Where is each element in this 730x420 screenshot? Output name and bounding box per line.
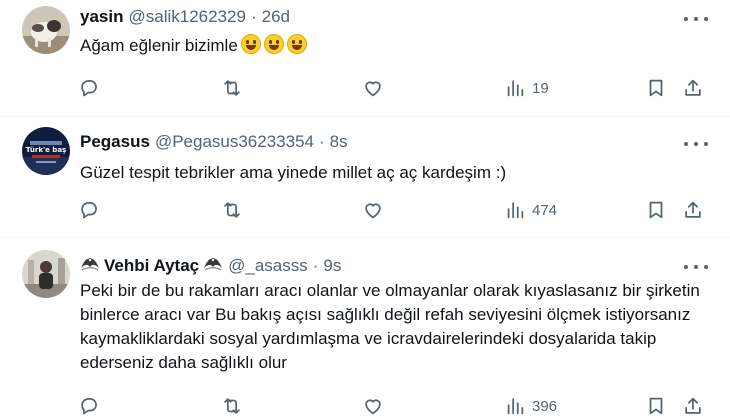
author-name[interactable]: Pegasus (80, 132, 150, 152)
tweet-text: Güzel tespit tebrikler ama yinede millet… (80, 163, 507, 182)
tweet-yasin[interactable]: yasin @salik1262329 · 26d Ağam eğlenir b… (0, 0, 730, 116)
timestamp[interactable]: 8s (330, 132, 348, 152)
separator-dot: · (319, 132, 325, 151)
tweet-header: Pegasus @Pegasus36233354 · 8s (80, 132, 348, 152)
avatar[interactable]: Türk'e baş (22, 127, 70, 175)
bookmark-button[interactable] (645, 76, 667, 100)
views-icon (504, 77, 526, 99)
views-icon (504, 395, 526, 417)
views-count: 19 (532, 79, 549, 97)
reply-icon (78, 199, 100, 221)
eagle-badge-icon (80, 255, 100, 271)
more-icon[interactable] (684, 134, 708, 154)
views-count: 396 (532, 397, 558, 415)
views-button[interactable]: 19 (504, 76, 549, 100)
reply-button[interactable] (78, 394, 100, 418)
like-icon (362, 199, 384, 221)
avatar[interactable] (22, 6, 70, 54)
retweet-icon (221, 77, 243, 99)
more-icon[interactable] (684, 257, 708, 277)
tweet-text: Ağam eğlenir bizimle (80, 34, 700, 58)
like-button[interactable] (362, 394, 384, 418)
share-button[interactable] (682, 394, 704, 418)
share-button[interactable] (682, 198, 704, 222)
share-icon (682, 77, 704, 99)
retweet-button[interactable] (221, 76, 243, 100)
share-icon (682, 199, 704, 221)
bookmark-icon (645, 395, 667, 417)
author-handle[interactable]: @salik1262329 (128, 7, 245, 27)
views-button[interactable]: 396 (504, 394, 557, 418)
tweet-pegasus[interactable]: Türk'e baş Pegasus @Pegasus36233354 · 8s… (0, 117, 730, 237)
like-button[interactable] (362, 76, 384, 100)
tweet-vehbi[interactable]: Vehbi Aytaç @_asasss · 9s Peki bir de bu… (0, 238, 730, 420)
like-button[interactable] (362, 198, 384, 222)
retweet-icon (221, 199, 243, 221)
share-button[interactable] (682, 76, 704, 100)
share-icon (682, 395, 704, 417)
grinning-face-emoji (263, 34, 284, 54)
grinning-face-emoji (240, 34, 261, 54)
timestamp[interactable]: 9s (323, 256, 341, 276)
author-name[interactable]: Vehbi Aytaç (104, 256, 199, 276)
reply-icon (78, 77, 100, 99)
author-name[interactable]: yasin (80, 7, 123, 27)
views-icon (504, 199, 526, 221)
like-icon (362, 77, 384, 99)
timestamp[interactable]: 26d (262, 7, 290, 27)
action-bar: 474 (78, 198, 708, 222)
bookmark-button[interactable] (645, 394, 667, 418)
retweet-button[interactable] (221, 198, 243, 222)
tweet-text: Peki bir de bu rakamları aracı olanlar v… (80, 281, 700, 372)
views-button[interactable]: 474 (504, 198, 557, 222)
action-bar: 19 (78, 76, 708, 100)
tweet-text-content: Ağam eğlenir bizimle (80, 36, 238, 55)
views-count: 474 (532, 201, 558, 219)
author-handle[interactable]: @_asasss (228, 256, 308, 276)
reply-button[interactable] (78, 76, 100, 100)
like-icon (362, 395, 384, 417)
retweet-button[interactable] (221, 394, 243, 418)
tweet-header: yasin @salik1262329 · 26d (80, 7, 290, 27)
reply-icon (78, 395, 100, 417)
tweet-header: Vehbi Aytaç @_asasss · 9s (80, 255, 341, 276)
separator-dot: · (312, 256, 319, 275)
bookmark-button[interactable] (645, 198, 667, 222)
bookmark-icon (645, 77, 667, 99)
retweet-icon (221, 395, 243, 417)
bookmark-icon (645, 199, 667, 221)
avatar[interactable] (22, 250, 70, 298)
author-handle[interactable]: @Pegasus36233354 (155, 132, 314, 152)
separator-dot: · (250, 7, 257, 26)
action-bar: 396 (78, 394, 708, 418)
more-icon[interactable] (684, 9, 708, 29)
reply-button[interactable] (78, 198, 100, 222)
eagle-badge-icon (203, 255, 223, 271)
avatar-caption: Türk'e baş (26, 146, 66, 154)
grinning-face-emoji (286, 34, 307, 54)
